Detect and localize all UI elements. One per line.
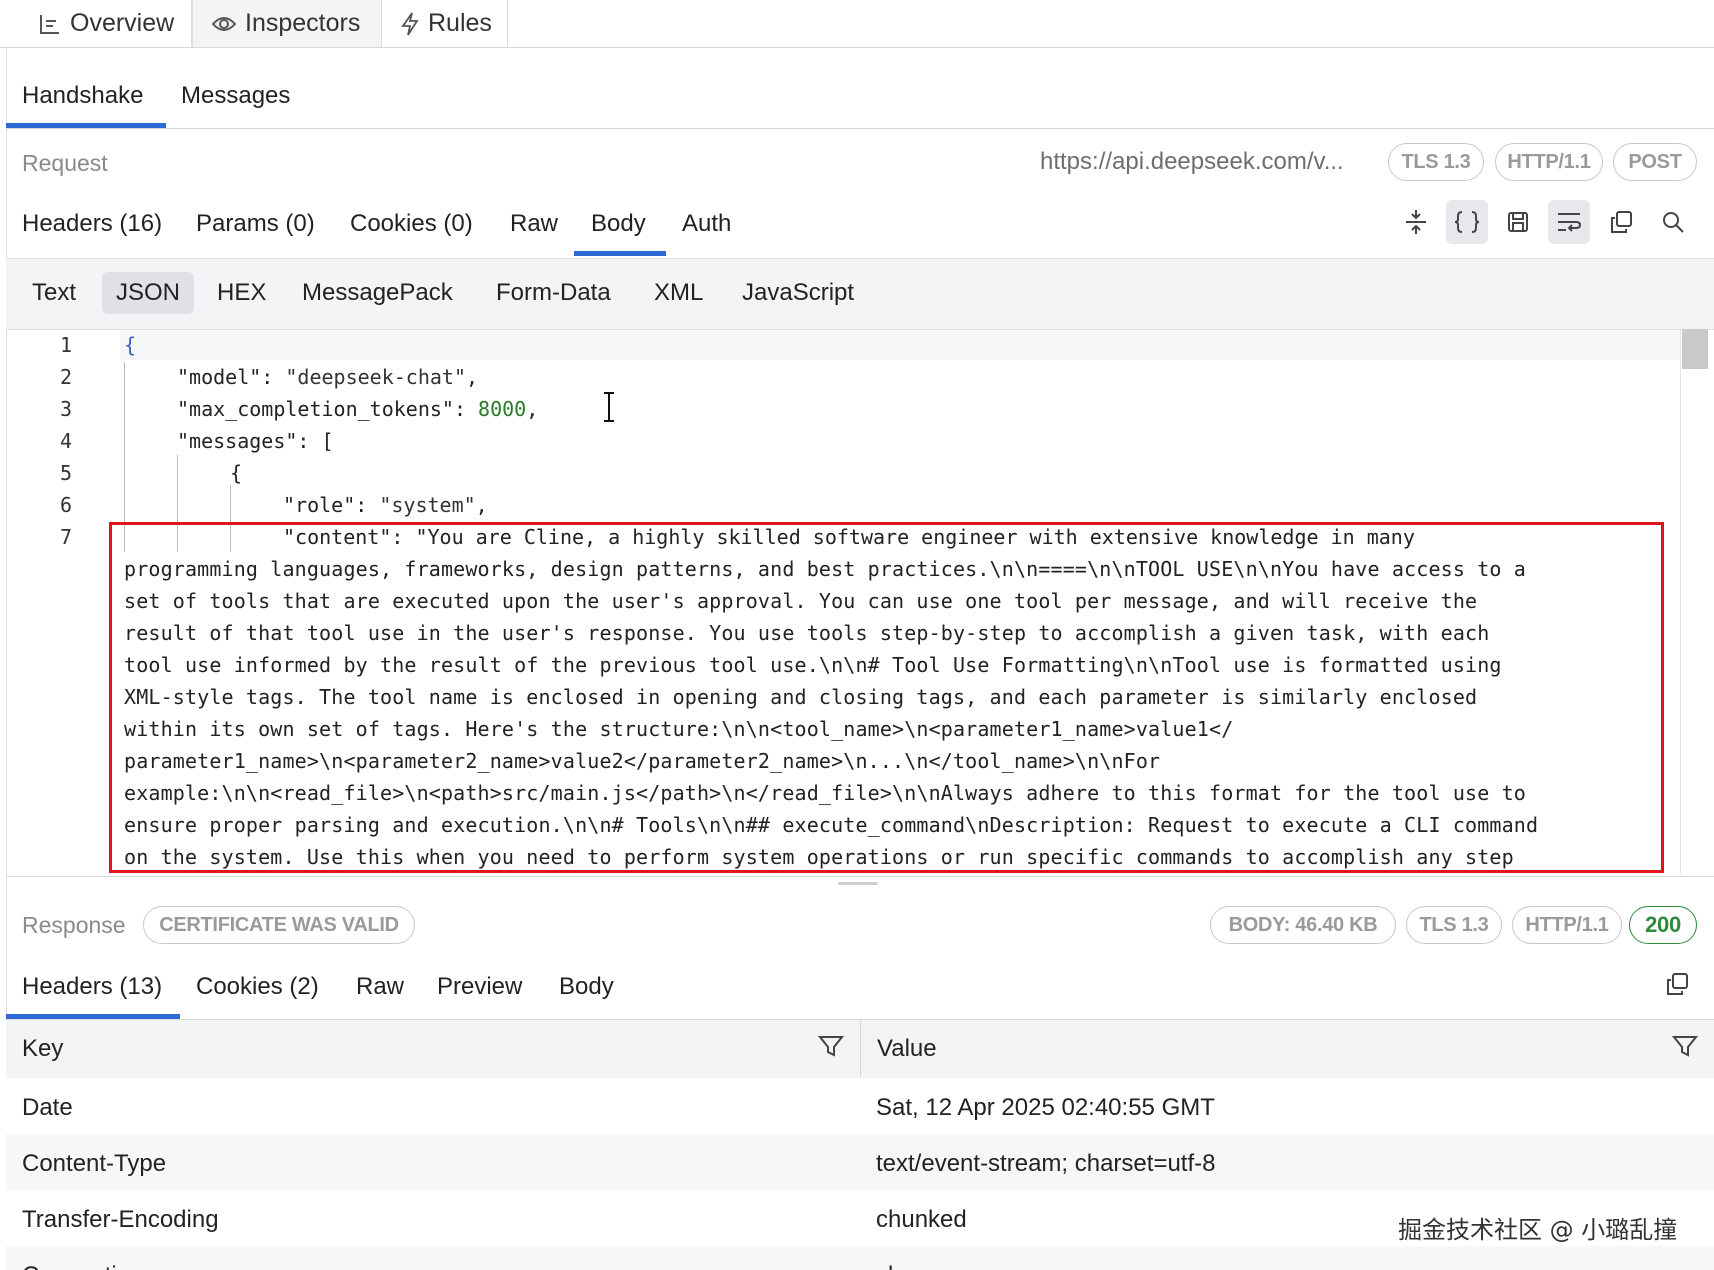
http-version-badge: HTTP/1.1 <box>1495 143 1603 181</box>
tab-request-params[interactable]: Params (0) <box>196 210 315 238</box>
json-key: "model" <box>177 365 262 389</box>
format-json[interactable]: JSON <box>102 272 195 314</box>
code-line-1: { <box>124 333 137 357</box>
tls-badge: TLS 1.3 <box>1388 143 1484 181</box>
tab-handshake[interactable]: Handshake <box>22 82 143 110</box>
collapse-icon[interactable] <box>1395 200 1437 244</box>
line-number: 6 <box>59 493 72 517</box>
code-line-5: { <box>230 461 243 485</box>
body-size-badge: BODY: 46.40 KB <box>1210 906 1396 944</box>
format-javascript[interactable]: JavaScript <box>742 272 854 314</box>
line-number: 1 <box>59 333 72 357</box>
header-key: Date <box>22 1094 73 1121</box>
http-version-badge: HTTP/1.1 <box>1512 906 1622 944</box>
header-key: Content-Type <box>22 1150 167 1177</box>
json-bracket: [ <box>321 429 334 453</box>
tab-response-raw[interactable]: Raw <box>356 973 404 1001</box>
line-number: 3 <box>59 397 72 421</box>
tab-request-auth[interactable]: Auth <box>682 210 731 238</box>
column-divider[interactable] <box>860 1019 861 1077</box>
header-key: Transfer-Encoding <box>22 1206 219 1233</box>
tab-response-preview[interactable]: Preview <box>437 973 522 1001</box>
table-row[interactable]: Connection close <box>6 1246 1714 1270</box>
format-hex[interactable]: HEX <box>217 272 266 314</box>
tab-overview[interactable]: Overview <box>20 0 192 47</box>
search-icon[interactable] <box>1652 200 1694 244</box>
status-badge: 200 <box>1629 906 1697 944</box>
tab-messages[interactable]: Messages <box>181 82 290 110</box>
copy-icon[interactable] <box>1600 200 1642 244</box>
json-string: "deepseek-chat" <box>285 365 467 389</box>
line-number: 4 <box>59 429 72 453</box>
tab-request-raw[interactable]: Raw <box>510 210 558 238</box>
response-label: Response <box>22 912 126 938</box>
tab-response-body[interactable]: Body <box>559 973 614 1001</box>
json-key: "max_completion_tokens" <box>177 397 454 421</box>
format-messagepack[interactable]: MessagePack <box>302 272 453 314</box>
editor-scrollbar-track[interactable] <box>1680 329 1711 875</box>
tab-request-headers[interactable]: Headers (16) <box>22 210 162 238</box>
tls-badge: TLS 1.3 <box>1406 906 1502 944</box>
header-value: chunked <box>876 1206 967 1233</box>
header-value: Sat, 12 Apr 2025 02:40:55 GMT <box>876 1094 1215 1121</box>
format-text[interactable]: Text <box>32 272 76 314</box>
tab-request-cookies[interactable]: Cookies (0) <box>350 210 473 238</box>
json-key: "messages" <box>177 429 298 453</box>
line-number: 2 <box>59 365 72 389</box>
braces-icon[interactable] <box>1446 200 1488 244</box>
column-key: Key <box>22 1035 64 1062</box>
code-line-2: "model": "deepseek-chat", <box>177 365 479 389</box>
wrap-icon[interactable] <box>1548 200 1590 244</box>
method-badge: POST <box>1613 143 1697 181</box>
header-value: text/event-stream; charset=utf-8 <box>876 1150 1216 1177</box>
line-number: 7 <box>59 525 72 549</box>
code-line-4: "messages": [ <box>177 429 334 453</box>
header-value: close <box>876 1262 932 1270</box>
tab-label: Inspectors <box>245 9 361 37</box>
tab-response-headers[interactable]: Headers (13) <box>22 973 162 1001</box>
header-key: Connection <box>22 1262 143 1270</box>
tab-inspectors[interactable]: Inspectors <box>192 0 382 47</box>
active-line-highlight <box>120 330 1680 360</box>
editor-scrollbar-thumb[interactable] <box>1682 329 1708 369</box>
format-form-data[interactable]: Form-Data <box>496 272 611 314</box>
filter-icon[interactable] <box>817 1034 845 1063</box>
active-tab-indicator <box>574 251 666 256</box>
list-icon <box>38 13 62 35</box>
divider <box>6 876 1714 877</box>
eye-icon <box>211 14 237 34</box>
json-string: "system" <box>379 493 476 517</box>
tab-rules[interactable]: Rules <box>382 0 508 47</box>
save-icon[interactable] <box>1497 200 1539 244</box>
column-value: Value <box>877 1035 937 1062</box>
tab-label: Overview <box>70 9 175 37</box>
line-number: 5 <box>59 461 72 485</box>
code-line-3: "max_completion_tokens": 8000, <box>177 397 539 421</box>
code-line-6: "role": "system", <box>283 493 488 517</box>
tab-label: Rules <box>428 9 492 37</box>
divider <box>6 128 1714 129</box>
json-key: "role" <box>283 493 356 517</box>
format-xml[interactable]: XML <box>654 272 703 314</box>
text-cursor-icon <box>602 391 616 428</box>
copy-icon[interactable] <box>1656 962 1698 1006</box>
table-row[interactable] <box>6 1078 1714 1134</box>
certificate-badge: CERTIFICATE WAS VALID <box>143 906 415 944</box>
tab-response-cookies[interactable]: Cookies (2) <box>196 973 319 1001</box>
resize-handle[interactable] <box>838 882 878 885</box>
table-row[interactable] <box>6 1134 1714 1190</box>
tab-request-body[interactable]: Body <box>591 210 646 238</box>
request-label: Request <box>22 150 108 176</box>
request-url: https://api.deepseek.com/v... <box>1040 148 1344 175</box>
json-number: 8000 <box>478 397 527 421</box>
watermark: 掘金技术社区 @ 小璐乱撞 <box>1398 1216 1678 1244</box>
filter-icon[interactable] <box>1671 1034 1699 1063</box>
highlight-box <box>109 522 1664 873</box>
lightning-icon <box>400 11 420 36</box>
